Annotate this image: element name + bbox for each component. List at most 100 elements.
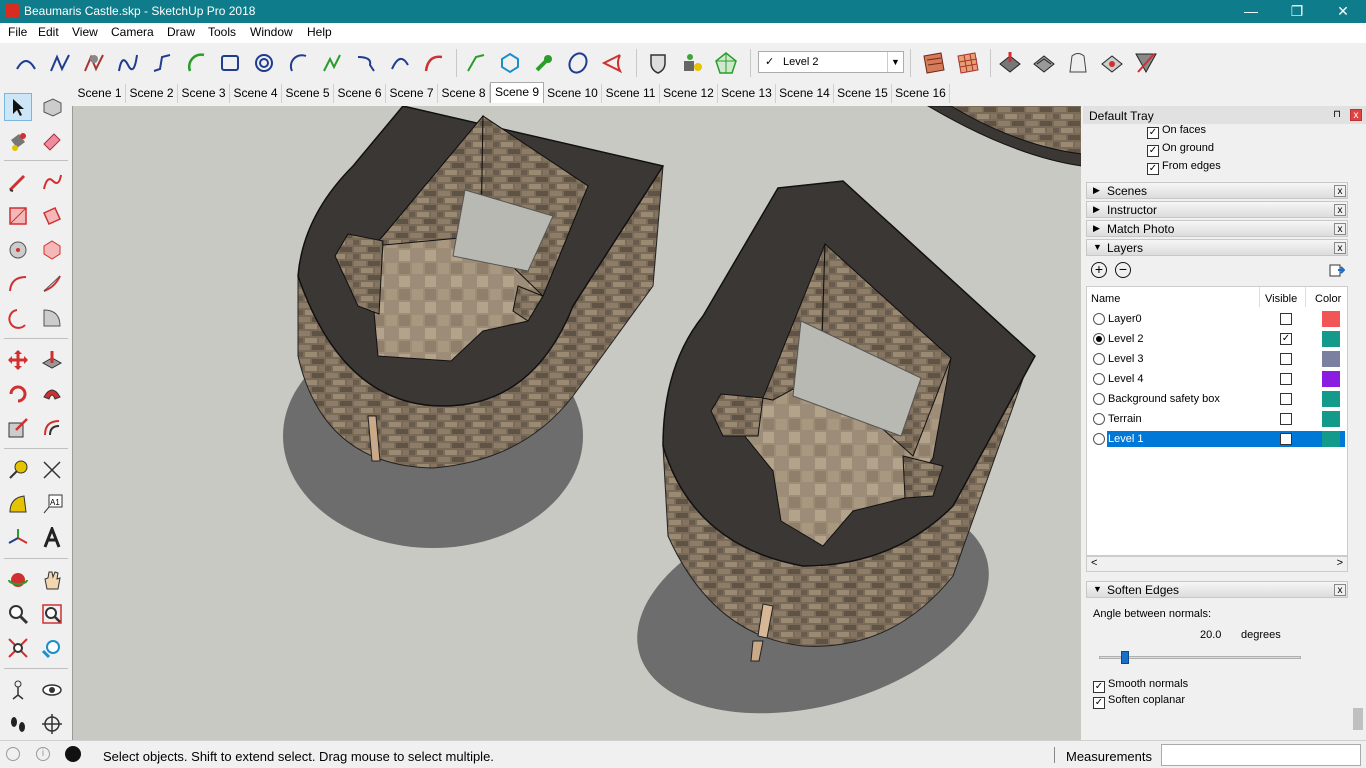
curve-return-icon[interactable] [352, 49, 380, 77]
column-name[interactable]: Name [1091, 293, 1120, 305]
menu-camera[interactable]: Camera [111, 25, 154, 39]
bezier-curve-icon[interactable] [114, 49, 142, 77]
active-layer-radio[interactable] [1093, 313, 1105, 325]
line-green-icon[interactable] [462, 49, 490, 77]
panel-close-button[interactable]: x [1334, 204, 1346, 216]
polygon-icon[interactable] [496, 49, 524, 77]
look-around-eye-icon[interactable] [38, 676, 66, 704]
scene-tab-11[interactable]: Scene 11 [602, 84, 660, 103]
castle-model-canvas[interactable] [73, 106, 1081, 740]
wrench-icon[interactable] [530, 49, 558, 77]
paint-bucket-icon[interactable] [678, 49, 706, 77]
spiral-icon[interactable] [318, 49, 346, 77]
scale-icon[interactable] [4, 414, 32, 442]
tray-scrollbar[interactable] [1350, 124, 1366, 734]
3d-text-icon[interactable] [38, 524, 66, 552]
close-window-button[interactable]: ✕ [1320, 0, 1366, 23]
scene-tab-12[interactable]: Scene 12 [660, 84, 718, 103]
scene-tab-4[interactable]: Scene 4 [230, 84, 282, 103]
drape-icon[interactable] [1098, 49, 1126, 77]
eraser-icon[interactable] [38, 127, 66, 155]
layer-row-level-3[interactable]: Level 3 [1087, 349, 1349, 369]
scene-tab-5[interactable]: Scene 5 [282, 84, 334, 103]
layer-visible-checkbox[interactable] [1280, 313, 1292, 325]
tray-close-button[interactable]: x [1350, 109, 1362, 121]
angle-slider-track[interactable] [1099, 656, 1301, 659]
move-icon[interactable] [4, 346, 32, 374]
scene-tab-3[interactable]: Scene 3 [178, 84, 230, 103]
freehand-icon[interactable] [38, 168, 66, 196]
panel-close-button[interactable]: x [1334, 185, 1346, 197]
layer-row-terrain[interactable]: Terrain [1087, 409, 1349, 429]
shadow-from-edges[interactable]: ✓ From edges [1147, 160, 1221, 175]
tape-measure-icon[interactable] [4, 456, 32, 484]
grid-icon[interactable] [954, 49, 982, 77]
zoom-icon[interactable] [4, 600, 32, 628]
tray-scroll-thumb[interactable] [1353, 708, 1363, 730]
orbit-icon[interactable] [4, 566, 32, 594]
menu-help[interactable]: Help [307, 25, 332, 39]
scene-tab-9[interactable]: Scene 9 [490, 82, 544, 103]
scene-tab-1[interactable]: Scene 1 [74, 84, 126, 103]
circle-icon[interactable] [250, 49, 278, 77]
shadow-on-faces[interactable]: ✓ On faces [1147, 124, 1206, 139]
layers-horizontal-scrollbar[interactable]: < > [1086, 556, 1348, 572]
scene-tab-2[interactable]: Scene 2 [126, 84, 178, 103]
layer-visible-checkbox[interactable] [1280, 353, 1292, 365]
layer-visible-checkbox[interactable] [1280, 393, 1292, 405]
measurements-input[interactable] [1161, 744, 1361, 766]
active-layer-radio[interactable] [1093, 353, 1105, 365]
shadow-from-edges-checkbox[interactable]: ✓ [1147, 163, 1159, 175]
layer-color-swatch[interactable] [1322, 431, 1340, 447]
sandbox-mesh-icon[interactable] [712, 49, 740, 77]
remove-layer-button[interactable]: − [1115, 262, 1131, 278]
texture-tools-icon[interactable] [920, 49, 948, 77]
layer-row-level-2[interactable]: Level 2 ✓ [1087, 329, 1349, 349]
three-point-arc-icon[interactable] [4, 304, 32, 332]
move-vertices-icon[interactable] [996, 49, 1024, 77]
zoom-extents-icon[interactable] [4, 634, 32, 662]
position-camera-icon[interactable] [4, 676, 32, 704]
scene-tab-15[interactable]: Scene 15 [834, 84, 892, 103]
panel-scenes[interactable]: ▶ Scenes x [1086, 182, 1348, 199]
sandbox-smoove-icon[interactable] [80, 49, 108, 77]
zoom-window-icon[interactable] [38, 600, 66, 628]
follow-me-icon[interactable] [38, 380, 66, 408]
smooth-normals-checkbox[interactable]: ✓ [1093, 681, 1105, 693]
shield-icon[interactable] [644, 49, 672, 77]
panel-layers[interactable]: ▼ Layers x [1086, 239, 1348, 256]
scene-tab-13[interactable]: Scene 13 [718, 84, 776, 103]
menu-window[interactable]: Window [250, 25, 293, 39]
menu-view[interactable]: View [72, 25, 98, 39]
paint-bucket-tool-icon[interactable] [4, 127, 32, 155]
menu-file[interactable]: File [8, 25, 27, 39]
layer-details-icon[interactable] [1329, 262, 1346, 278]
user-account-icon[interactable] [65, 746, 81, 762]
circle-tool-icon[interactable] [4, 236, 32, 264]
shadow-on-ground[interactable]: ✓ On ground [1147, 142, 1214, 157]
active-layer-radio[interactable] [1093, 373, 1105, 385]
arc-icon[interactable] [284, 49, 312, 77]
arc-green-icon[interactable] [182, 49, 210, 77]
chevron-down-icon[interactable]: ▼ [887, 52, 903, 72]
layer-color-swatch[interactable] [1322, 331, 1340, 347]
restore-button[interactable]: ❐ [1274, 0, 1320, 23]
layer-visible-checkbox[interactable] [1280, 433, 1292, 445]
weld-icon[interactable] [1064, 49, 1092, 77]
polygon-tool-icon[interactable] [38, 236, 66, 264]
freehand-line-icon[interactable] [46, 49, 74, 77]
scene-tab-16[interactable]: Scene 16 [892, 84, 950, 103]
layer-color-swatch[interactable] [1322, 391, 1340, 407]
pie-icon[interactable] [598, 49, 626, 77]
panel-match-photo[interactable]: ▶ Match Photo x [1086, 220, 1348, 237]
arc-curve-icon[interactable] [12, 49, 40, 77]
model-viewport[interactable] [72, 106, 1081, 740]
geolocation-icon[interactable] [6, 747, 20, 761]
menu-tools[interactable]: Tools [208, 25, 236, 39]
pencil-icon[interactable] [4, 168, 32, 196]
credits-icon[interactable]: i [36, 747, 50, 761]
scene-tab-6[interactable]: Scene 6 [334, 84, 386, 103]
walk-footprints-icon[interactable] [4, 710, 32, 738]
scene-tab-8[interactable]: Scene 8 [438, 84, 490, 103]
column-visible[interactable]: Visible [1265, 293, 1297, 305]
